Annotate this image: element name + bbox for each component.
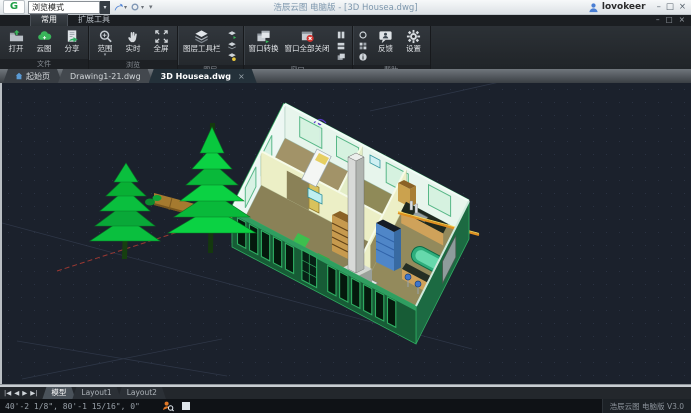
maximize-button[interactable]: □ (666, 3, 674, 12)
layer-toolbar-button[interactable]: 图层工具栏 (181, 27, 223, 64)
window-title: 浩辰云图 电脑版 - [3D Housea.dwg] (150, 1, 541, 13)
ribbon-group-file: 打开 云图 分享 文件 (0, 26, 89, 69)
close-all-windows-button[interactable]: 窗口全部关闭 (283, 27, 332, 64)
avatar-icon (588, 2, 599, 13)
window-small-buttons (334, 27, 349, 64)
layer-isolate-icon[interactable] (226, 29, 239, 40)
titlebar: G 浏览模式 ▾ ▾ ▾ ▾ 浩辰云图 电脑版 - [3D Housea.dwg… (0, 0, 691, 15)
chevron-down-icon: ▾ (104, 53, 107, 58)
open-icon (9, 28, 24, 44)
share-button[interactable]: 分享 (59, 27, 85, 58)
drawing-canvas[interactable] (0, 83, 691, 384)
cascade-windows-icon[interactable] (335, 51, 348, 62)
mdi-window-controls: – □ × (656, 16, 685, 24)
pan-tool-icon (113, 2, 123, 12)
gear-icon (406, 28, 421, 44)
window-switch-button[interactable]: 窗口转换 (247, 27, 281, 64)
tile-horizontal-icon[interactable] (335, 40, 348, 51)
fullscreen-icon (154, 28, 169, 44)
selection-box-icon[interactable] (181, 401, 191, 411)
user-name: lovokeer (602, 2, 646, 12)
tile-vertical-icon[interactable] (335, 29, 348, 40)
ribbon-group-help: 反馈 设置 帮助 (353, 26, 431, 69)
layer-color-icon[interactable] (226, 51, 239, 62)
quick-pan-tool-button[interactable]: ▾ (113, 2, 127, 12)
mode-select-value: 浏览模式 (28, 1, 100, 14)
ribbon-group-browse: 范围 ▾ 实时 全屏 浏览 (89, 26, 178, 69)
chevron-down-icon: ▾ (124, 4, 127, 11)
zoom-extents-button[interactable]: 范围 ▾ (92, 27, 118, 59)
about-icon[interactable] (357, 29, 370, 40)
status-bar: 40'-2 1/8", 80'-1 15/16", 0" 浩辰云图 电脑版 V3… (0, 399, 691, 413)
shortcuts-icon[interactable] (357, 40, 370, 51)
app-logo[interactable]: G (3, 0, 25, 14)
app-logo-letter: G (10, 2, 18, 12)
hand-pan-icon (126, 28, 141, 44)
help-small-buttons (356, 27, 371, 64)
ribbon: 打开 云图 分享 文件 (0, 26, 691, 69)
cursor-coordinates: 40'-2 1/8", 80'-1 15/16", 0" (5, 402, 140, 411)
feedback-icon (378, 28, 393, 44)
prev-layout-icon[interactable]: ◀ (14, 390, 19, 397)
app-window: G 浏览模式 ▾ ▾ ▾ ▾ 浩辰云图 电脑版 - [3D Housea.dwg… (0, 0, 691, 413)
tab-model[interactable]: 模型 (42, 387, 75, 399)
find-user-icon[interactable] (162, 400, 174, 412)
info-icon[interactable] (357, 51, 370, 62)
layout-nav: |◀ ◀ ▶ ▶| (4, 390, 37, 397)
ribbon-group-window: 窗口转换 窗口全部关闭 (244, 26, 353, 69)
drawing-3d-house (2, 83, 691, 384)
last-layout-icon[interactable]: ▶| (30, 390, 37, 397)
tab-layout2[interactable]: Layout2 (118, 387, 166, 399)
tab-drawing1[interactable]: Drawing1-21.dwg (58, 69, 153, 83)
window-controls: – □ × (657, 3, 686, 12)
open-button[interactable]: 打开 (3, 27, 29, 58)
mdi-restore-button[interactable]: □ (666, 16, 673, 24)
home-icon (15, 72, 23, 80)
layer-small-buttons (225, 27, 240, 64)
pine-tree-small (90, 163, 160, 259)
mdi-minimize-button[interactable]: – (656, 16, 660, 24)
close-button[interactable]: × (679, 3, 686, 12)
tab-extended-tools[interactable]: 扩展工具 (68, 15, 120, 26)
quick-orbit-tool-button[interactable]: ▾ (130, 2, 144, 12)
cloud-button[interactable]: 云图 (31, 27, 57, 58)
orbit-tool-icon (130, 2, 140, 12)
ribbon-group-layer: 图层工具栏 图层 (178, 26, 244, 69)
zoom-extents-icon (98, 28, 113, 44)
tab-layout1[interactable]: Layout1 (72, 387, 120, 399)
cloud-icon (37, 28, 52, 44)
chevron-down-icon[interactable]: ▾ (100, 1, 110, 14)
ribbon-empty-space (431, 26, 691, 69)
close-tab-icon[interactable]: × (238, 72, 245, 81)
chevron-down-icon: ▾ (141, 4, 144, 11)
first-layout-icon[interactable]: |◀ (4, 390, 11, 397)
tab-home[interactable]: 常用 (30, 14, 68, 26)
mdi-close-button[interactable]: × (679, 16, 685, 24)
layer-off-icon[interactable] (226, 40, 239, 51)
ribbon-tab-bar: 常用 扩展工具 – □ × (0, 15, 691, 26)
user-account-button[interactable]: lovokeer (588, 2, 646, 13)
tab-start-page[interactable]: 起始页 (3, 69, 62, 83)
settings-button[interactable]: 设置 (401, 27, 427, 64)
close-all-windows-icon (300, 28, 315, 44)
document-tab-bar: 起始页 Drawing1-21.dwg 3D Housea.dwg × (0, 69, 691, 83)
group-label-file: 文件 (0, 59, 88, 69)
feedback-button[interactable]: 反馈 (373, 27, 399, 64)
next-layout-icon[interactable]: ▶ (22, 390, 27, 397)
share-icon (65, 28, 80, 44)
fullscreen-button[interactable]: 全屏 (148, 27, 174, 59)
tab-3d-housea[interactable]: 3D Housea.dwg × (149, 69, 257, 83)
minimize-button[interactable]: – (657, 3, 661, 12)
app-version-label: 浩辰云图 电脑版 V3.0 (602, 399, 691, 413)
realtime-pan-button[interactable]: 实时 (120, 27, 146, 59)
layout-tab-bar: |◀ ◀ ▶ ▶| 模型 Layout1 Layout2 (0, 387, 691, 399)
layers-icon (194, 28, 209, 44)
window-switch-icon (256, 28, 271, 44)
mode-select[interactable]: 浏览模式 ▾ (28, 2, 110, 13)
